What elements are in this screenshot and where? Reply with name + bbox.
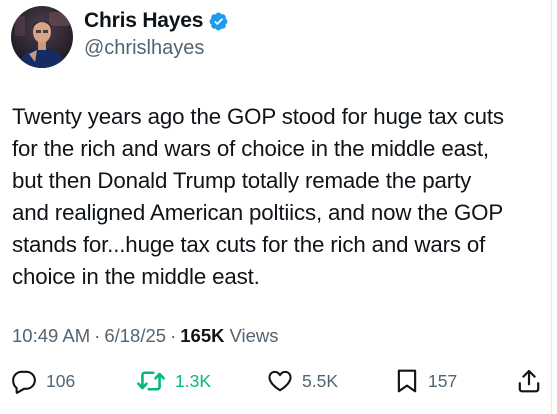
author-names: Chris Hayes @chrislhayes xyxy=(84,7,229,61)
repost-count: 1.3K xyxy=(175,370,211,391)
like-button[interactable]: 5.5K xyxy=(267,366,338,396)
reply-button[interactable]: 106 xyxy=(11,366,75,396)
heart-icon xyxy=(267,368,293,394)
reply-icon xyxy=(11,368,37,394)
views-label[interactable]: Views xyxy=(229,325,278,347)
name-row: Chris Hayes xyxy=(84,7,229,35)
meta-separator: · xyxy=(94,325,101,346)
verified-badge-icon[interactable] xyxy=(208,11,229,32)
bookmark-count: 157 xyxy=(428,370,458,391)
repost-button[interactable]: 1.3K xyxy=(136,366,211,396)
scrollbar-track xyxy=(551,0,552,414)
tweet-header: Chris Hayes @chrislhayes xyxy=(11,5,229,69)
handle[interactable]: @chrislhayes xyxy=(84,35,229,61)
share-button[interactable] xyxy=(517,366,541,396)
tweet-meta: 10:49 AM · 6/18/25 · 165K Views xyxy=(12,323,279,349)
timestamp-date[interactable]: 6/18/25 xyxy=(104,325,166,347)
avatar[interactable] xyxy=(11,6,73,68)
bookmark-button[interactable]: 157 xyxy=(395,366,457,396)
reply-count: 106 xyxy=(46,370,76,391)
tweet-text: Twenty years ago the GOP stood for huge … xyxy=(12,104,504,289)
share-icon xyxy=(517,368,541,394)
timestamp-time[interactable]: 10:49 AM xyxy=(12,325,90,347)
bookmark-icon xyxy=(395,368,419,394)
tweet-card: Chris Hayes @chrislhayes Twenty years ag… xyxy=(0,0,557,414)
display-name[interactable]: Chris Hayes xyxy=(84,9,203,33)
action-bar: 106 1.3K 5.5K 157 xyxy=(0,366,557,396)
retweet-icon xyxy=(136,368,166,394)
meta-separator: · xyxy=(170,325,177,346)
views-count[interactable]: 165K xyxy=(180,325,224,347)
like-count: 5.5K xyxy=(302,370,338,391)
